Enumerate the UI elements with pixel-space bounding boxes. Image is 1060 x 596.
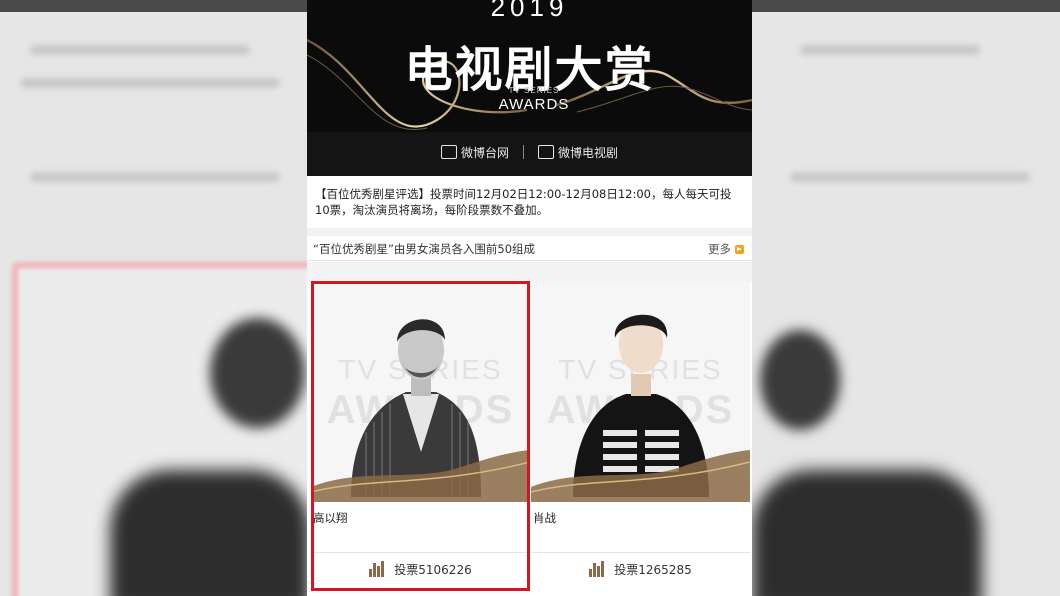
backdrop-portrait	[752, 470, 982, 596]
vote-button[interactable]: 投票1265285	[531, 559, 750, 579]
portrait-illustration	[311, 319, 530, 502]
candidate-name: 高以翔	[313, 511, 348, 525]
divider	[307, 262, 752, 282]
candidate-card[interactable]: TV SERIES AWARDS 肖战 投票1265285	[531, 282, 750, 592]
voting-notice: 【百位优秀剧星评选】投票时间12月02日12:00-12月08日12:00，每人…	[315, 187, 732, 217]
logo-label: 微博电视剧	[558, 145, 619, 160]
logo-label: 微博台网	[460, 145, 509, 160]
vote-count: 投票1265285	[614, 562, 692, 577]
backdrop-text	[800, 45, 980, 55]
chevron-right-icon	[735, 244, 744, 254]
weibo-tv-series-logo: 微博电视剧	[538, 144, 618, 161]
candidate-photo: TV SERIES AWARDS	[311, 282, 530, 502]
more-label: 更多	[708, 242, 731, 256]
weibo-tv-network-icon	[440, 145, 457, 159]
section-header: “百位优秀剧星”由男女演员各入围前50组成 更多	[307, 236, 752, 261]
backdrop-text	[20, 78, 280, 88]
backdrop-text	[30, 45, 250, 55]
banner-subtitle-large: AWARDS	[498, 96, 570, 113]
more-link[interactable]: 更多	[708, 241, 744, 257]
divider	[307, 228, 752, 236]
banner-year: 2019	[490, 0, 569, 22]
backdrop-text	[30, 172, 280, 182]
divider	[531, 552, 750, 553]
vote-count: 投票5106226	[394, 562, 472, 577]
backdrop-portrait	[760, 330, 840, 430]
portrait-illustration	[531, 314, 750, 502]
backdrop-text	[790, 172, 1030, 182]
candidate-card[interactable]: TV SERIES AWARDS 高以翔	[311, 282, 530, 592]
weibo-tv-network-logo: 微博台网	[440, 144, 509, 161]
phone-page: 2019 电视剧大赏 TV SERIES AWARDS 微博台网 微博电视剧 【…	[307, 0, 752, 596]
candidate-photo: TV SERIES AWARDS	[531, 282, 750, 502]
backdrop-portrait	[110, 470, 310, 596]
vote-bars-icon	[369, 561, 385, 577]
logo-divider	[523, 145, 524, 159]
sponsor-logos: 微博台网 微博电视剧	[307, 140, 752, 164]
backdrop-portrait	[210, 318, 305, 428]
candidate-name: 肖战	[533, 511, 556, 525]
vote-button[interactable]: 投票5106226	[311, 559, 530, 579]
weibo-tv-series-icon	[538, 145, 554, 159]
vote-bars-icon	[589, 561, 605, 577]
section-title: “百位优秀剧星”由男女演员各入围前50组成	[313, 242, 536, 256]
awards-banner: 2019 电视剧大赏 TV SERIES AWARDS 微博台网 微博电视剧	[307, 0, 752, 176]
divider	[311, 552, 530, 553]
banner-subtitle-small: TV SERIES	[508, 86, 560, 95]
